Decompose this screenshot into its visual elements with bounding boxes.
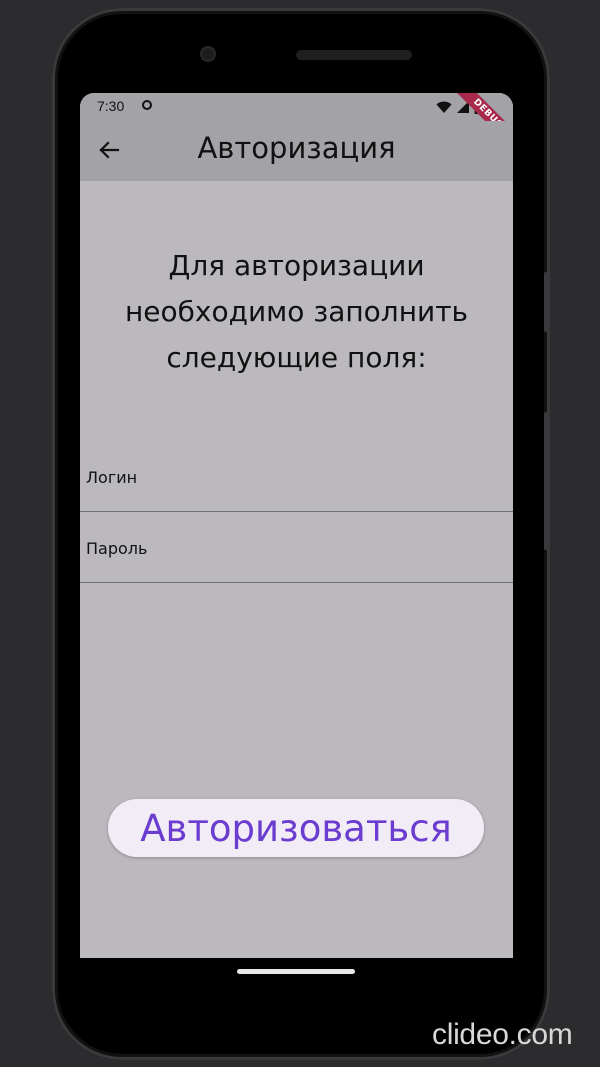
watermark: clideo.com: [432, 1018, 573, 1051]
page-title: Авторизация: [197, 131, 396, 165]
login-input[interactable]: [80, 441, 513, 513]
app-bar: Авторизация: [80, 121, 513, 181]
app-screen: 7:30 DEBUG Авторизация Для авторизации н…: [80, 93, 513, 958]
wifi-icon: [436, 101, 452, 113]
login-button[interactable]: Авторизоваться: [108, 799, 484, 857]
volume-button: [544, 412, 548, 550]
status-time: 7:30: [97, 98, 125, 114]
intro-text: Для авторизации необходимо заполнить сле…: [124, 249, 469, 374]
gesture-nav-handle[interactable]: [237, 969, 355, 974]
status-bar: 7:30 DEBUG: [80, 93, 513, 158]
password-input[interactable]: [80, 512, 513, 584]
power-button: [544, 272, 548, 332]
front-camera: [202, 48, 214, 60]
earpiece-speaker: [296, 50, 412, 60]
login-field[interactable]: Логин: [80, 441, 513, 513]
password-field[interactable]: Пароль: [80, 512, 513, 584]
settings-circle-icon: [142, 100, 152, 110]
